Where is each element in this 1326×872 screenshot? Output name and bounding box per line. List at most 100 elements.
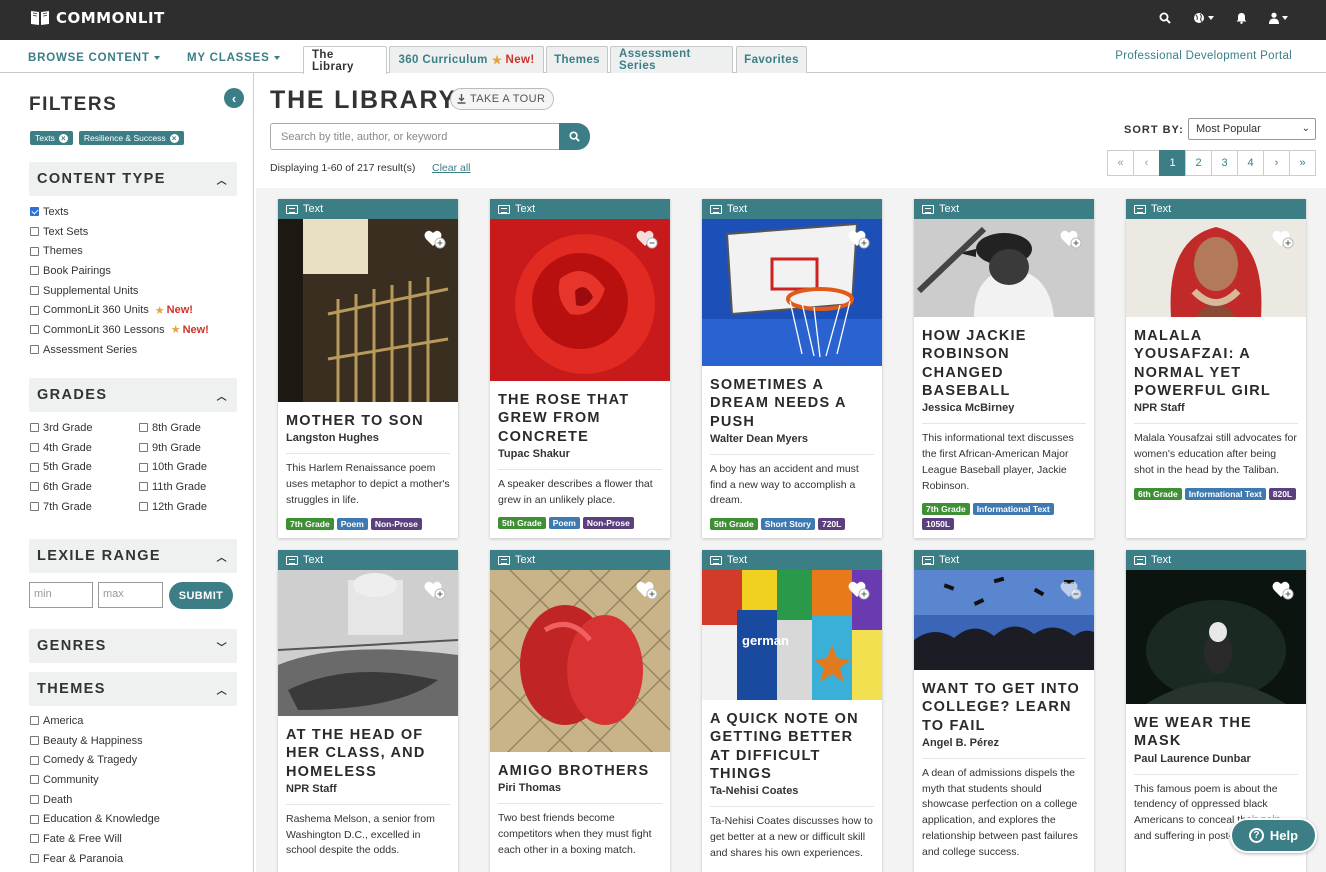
favorite-heart-icon[interactable] bbox=[1060, 580, 1082, 600]
checkbox[interactable] bbox=[30, 834, 39, 844]
checkbox-grade[interactable]: 8th Grade bbox=[139, 418, 239, 438]
lexile-range-header[interactable]: LEXILE RANGE ︿ bbox=[29, 539, 237, 573]
text-card[interactable]: Text THE ROSE THAT GREW FROM CONCRETE Tu… bbox=[490, 199, 670, 538]
card-title[interactable]: AMIGO BROTHERS bbox=[498, 762, 662, 780]
page-first[interactable]: « bbox=[1107, 150, 1134, 176]
checkbox[interactable] bbox=[30, 795, 39, 805]
search-input[interactable]: Search by title, author, or keyword bbox=[270, 123, 559, 150]
checkbox[interactable] bbox=[30, 854, 39, 864]
close-icon[interactable]: × bbox=[58, 133, 68, 143]
checkbox[interactable] bbox=[30, 443, 39, 453]
favorite-heart-icon[interactable] bbox=[636, 229, 658, 249]
card-title[interactable]: WE WEAR THE MASK bbox=[1134, 714, 1298, 751]
page-1[interactable]: 1 bbox=[1159, 150, 1186, 176]
favorite-heart-icon[interactable] bbox=[848, 580, 870, 600]
lexile-max-input[interactable]: max bbox=[98, 582, 163, 608]
checkbox[interactable] bbox=[30, 462, 39, 472]
checkbox-grade[interactable]: 11th Grade bbox=[139, 477, 239, 497]
checkbox[interactable] bbox=[139, 502, 148, 512]
page-3[interactable]: 3 bbox=[1211, 150, 1238, 176]
close-icon[interactable]: × bbox=[169, 133, 179, 143]
checkbox[interactable] bbox=[30, 814, 39, 824]
checkbox-text-sets[interactable]: Text Sets bbox=[30, 222, 209, 242]
page-prev[interactable]: ‹ bbox=[1133, 150, 1160, 176]
checkbox-360-lessons[interactable]: CommonLit 360 Lessons ★ New! bbox=[30, 320, 209, 340]
checkbox-theme[interactable]: America bbox=[30, 711, 160, 731]
favorite-heart-icon[interactable] bbox=[1272, 229, 1294, 249]
take-a-tour-button[interactable]: TAKE A TOUR bbox=[450, 88, 555, 110]
checkbox-grade[interactable]: 3rd Grade bbox=[30, 418, 139, 438]
checkbox-theme[interactable]: Beauty & Happiness bbox=[30, 731, 160, 751]
page-next[interactable]: › bbox=[1263, 150, 1290, 176]
checkbox-grade[interactable]: 9th Grade bbox=[139, 438, 239, 458]
commonlit-logo[interactable]: COMMONLIT bbox=[30, 9, 165, 27]
checkbox[interactable] bbox=[30, 775, 39, 785]
favorite-heart-icon[interactable] bbox=[636, 580, 658, 600]
globe-icon[interactable] bbox=[1193, 12, 1214, 24]
search-button[interactable] bbox=[559, 123, 590, 150]
checkbox[interactable] bbox=[30, 227, 39, 237]
checkbox[interactable] bbox=[30, 345, 39, 355]
sort-select[interactable]: Most Popular ⌄ bbox=[1188, 118, 1316, 140]
tab-the-library[interactable]: The Library bbox=[303, 46, 387, 74]
checkbox[interactable] bbox=[139, 423, 148, 433]
page-2[interactable]: 2 bbox=[1185, 150, 1212, 176]
card-title[interactable]: SOMETIMES A DREAM NEEDS A PUSH bbox=[710, 376, 874, 431]
favorite-heart-icon[interactable] bbox=[848, 229, 870, 249]
genres-header[interactable]: GENRES ﹀ bbox=[29, 629, 237, 663]
card-title[interactable]: AT THE HEAD OF HER CLASS, AND HOMELESS bbox=[286, 726, 450, 781]
checkbox[interactable] bbox=[30, 423, 39, 433]
clear-all-link[interactable]: Clear all bbox=[432, 162, 471, 174]
checkbox[interactable] bbox=[30, 325, 39, 335]
bell-icon[interactable] bbox=[1236, 12, 1247, 24]
card-title[interactable]: WANT TO GET INTO COLLEGE? LEARN TO FAIL bbox=[922, 680, 1086, 735]
checkbox[interactable] bbox=[30, 482, 39, 492]
checkbox-theme[interactable]: Comedy & Tragedy bbox=[30, 750, 160, 770]
text-card[interactable]: Text WANT TO GET INTO COLLEGE? LEARN TO … bbox=[914, 550, 1094, 872]
card-title[interactable]: A QUICK NOTE ON GETTING BETTER AT DIFFIC… bbox=[710, 710, 874, 783]
favorite-heart-icon[interactable] bbox=[424, 580, 446, 600]
checkbox-theme[interactable]: Fear & Paranoia bbox=[30, 849, 160, 869]
checkbox-book-pairings[interactable]: Book Pairings bbox=[30, 261, 209, 281]
tab-assessment-series[interactable]: Assessment Series bbox=[610, 46, 733, 73]
checkbox-theme[interactable]: Education & Knowledge bbox=[30, 809, 160, 829]
text-card[interactable]: Text MALALA YOUSAFZAI: A NORMAL YET POWE… bbox=[1126, 199, 1306, 538]
lexile-min-input[interactable]: min bbox=[29, 582, 93, 608]
checkbox[interactable] bbox=[30, 286, 39, 296]
tab-favorites[interactable]: Favorites bbox=[736, 46, 807, 73]
checkbox-grade[interactable]: 4th Grade bbox=[30, 438, 139, 458]
checkbox-360-units[interactable]: CommonLit 360 Units ★ New! bbox=[30, 300, 209, 320]
checkbox-supplemental-units[interactable]: Supplemental Units bbox=[30, 281, 209, 301]
checkbox-themes[interactable]: Themes bbox=[30, 241, 209, 261]
checkbox-theme[interactable]: Fate & Free Will bbox=[30, 829, 160, 849]
checkbox-grade[interactable]: 10th Grade bbox=[139, 457, 239, 477]
card-title[interactable]: MOTHER TO SON bbox=[286, 412, 450, 430]
checkbox-assessment-series[interactable]: Assessment Series bbox=[30, 340, 209, 360]
checkbox-theme[interactable]: Death bbox=[30, 790, 160, 810]
card-title[interactable]: THE ROSE THAT GREW FROM CONCRETE bbox=[498, 391, 662, 446]
checkbox[interactable] bbox=[30, 755, 39, 765]
checkbox[interactable] bbox=[30, 266, 39, 276]
tab-360-curriculum[interactable]: 360 Curriculum ★ New! bbox=[389, 46, 544, 73]
filter-chip[interactable]: Resilience & Success × bbox=[78, 131, 184, 145]
favorite-heart-icon[interactable] bbox=[1272, 580, 1294, 600]
grades-header[interactable]: GRADES ︿ bbox=[29, 378, 237, 412]
content-type-header[interactable]: CONTENT TYPE ︿ bbox=[29, 162, 237, 196]
page-4[interactable]: 4 bbox=[1237, 150, 1264, 176]
user-icon[interactable] bbox=[1269, 12, 1288, 24]
checkbox-grade[interactable]: 7th Grade bbox=[30, 497, 139, 517]
card-title[interactable]: HOW JACKIE ROBINSON CHANGED BASEBALL bbox=[922, 327, 1086, 400]
text-card[interactable]: Text MOTHER TO SON Langston Hughes This … bbox=[278, 199, 458, 538]
favorite-heart-icon[interactable] bbox=[1060, 229, 1082, 249]
checkbox[interactable] bbox=[30, 502, 39, 512]
text-card[interactable]: Text AT THE HEAD OF HER CLASS, AND HOMEL… bbox=[278, 550, 458, 872]
browse-content-menu[interactable]: BROWSE CONTENT bbox=[28, 52, 160, 64]
checkbox-grade[interactable]: 5th Grade bbox=[30, 457, 139, 477]
checkbox-texts[interactable]: Texts bbox=[30, 202, 209, 222]
text-card[interactable]: Text german A QUICK NOTE ON GETTING BETT… bbox=[702, 550, 882, 872]
checkbox[interactable] bbox=[139, 443, 148, 453]
text-card[interactable]: Text AMIGO BROTHERS Piri Thomas Two best… bbox=[490, 550, 670, 872]
text-card[interactable]: Text HOW JACKIE ROBINSON CHANGED BASEBAL… bbox=[914, 199, 1094, 538]
checkbox[interactable] bbox=[30, 305, 39, 315]
page-last[interactable]: » bbox=[1289, 150, 1316, 176]
